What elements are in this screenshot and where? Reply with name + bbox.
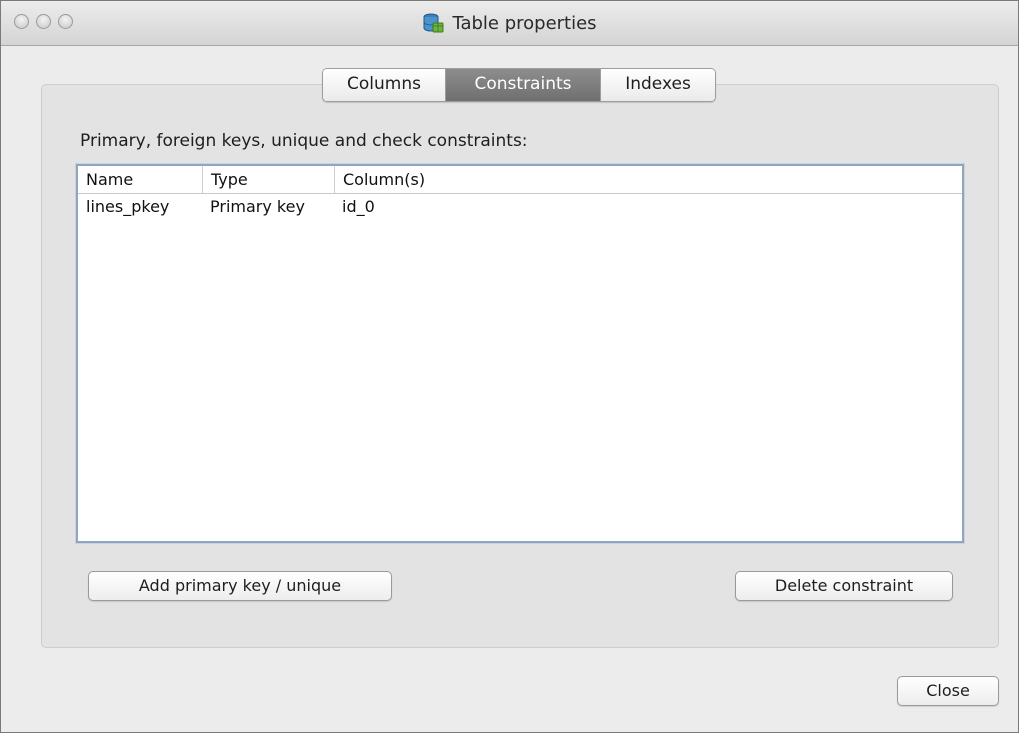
column-header-columns[interactable]: Column(s): [334, 166, 962, 193]
column-header-name[interactable]: Name: [78, 166, 202, 193]
close-button[interactable]: Close: [897, 676, 999, 706]
tab-bar: Columns Constraints Indexes: [322, 68, 716, 102]
constraints-table[interactable]: Name Type Column(s) lines_pkey Primary k…: [76, 164, 964, 543]
constraints-section-label: Primary, foreign keys, unique and check …: [80, 131, 528, 151]
window-title-group: Table properties: [1, 1, 1018, 45]
delete-constraint-button[interactable]: Delete constraint: [735, 571, 953, 601]
column-header-type[interactable]: Type: [202, 166, 334, 193]
database-table-icon: [422, 12, 444, 34]
cell-type: Primary key: [210, 197, 305, 216]
table-row[interactable]: lines_pkey Primary key id_0: [78, 194, 962, 220]
cell-columns: id_0: [342, 197, 375, 216]
tab-columns[interactable]: Columns: [323, 69, 445, 101]
table-properties-window: Table properties Columns Constraints Ind…: [0, 0, 1019, 733]
title-bar: Table properties: [1, 1, 1018, 46]
add-primary-key-button[interactable]: Add primary key / unique: [88, 571, 392, 601]
table-header: Name Type Column(s): [78, 166, 962, 194]
window-title: Table properties: [452, 12, 597, 34]
tab-indexes[interactable]: Indexes: [600, 69, 715, 101]
cell-name: lines_pkey: [86, 197, 170, 216]
tab-constraints[interactable]: Constraints: [445, 69, 600, 101]
